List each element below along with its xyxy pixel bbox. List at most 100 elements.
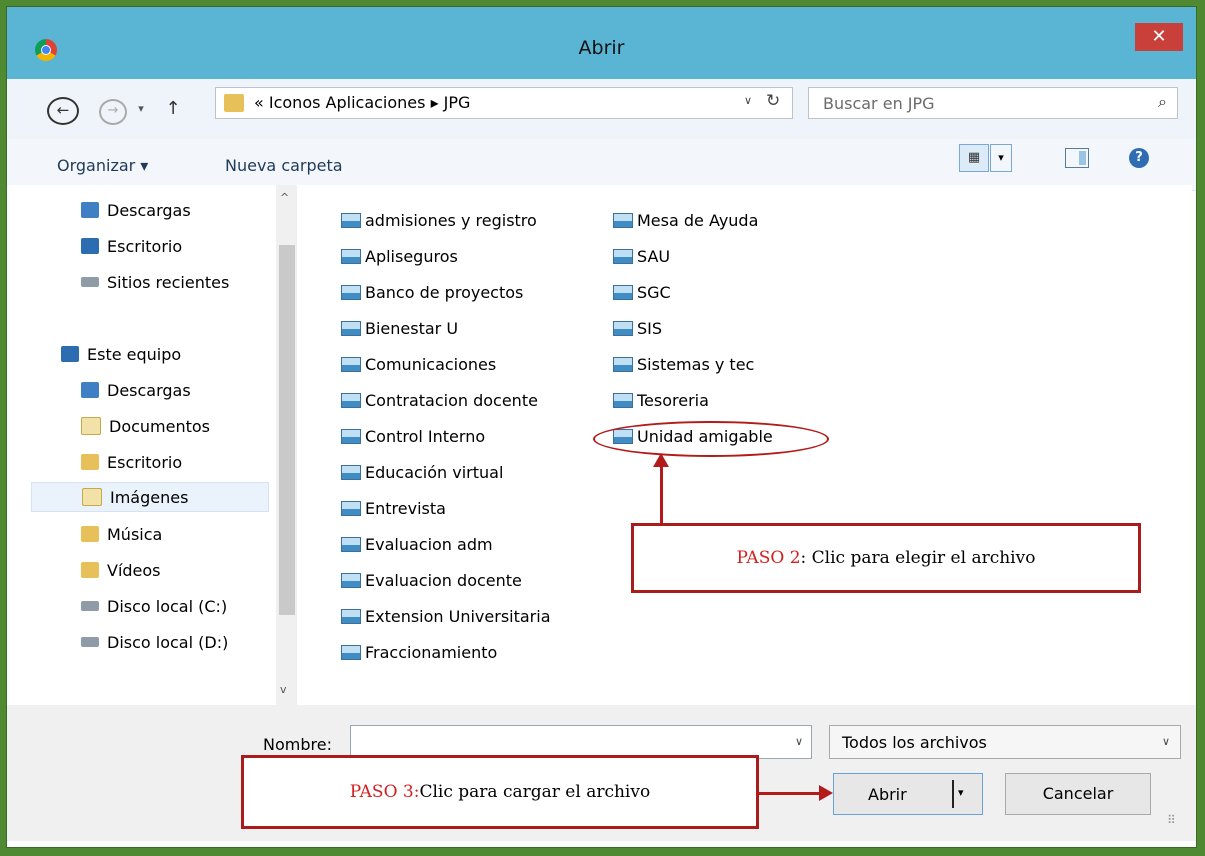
desktop-icon: [81, 238, 99, 254]
sidebar-item-descargas-pc[interactable]: Descargas: [81, 375, 191, 405]
search-icon[interactable]: ⌕: [1158, 92, 1167, 112]
sidebar-item-disco-c[interactable]: Disco local (C:): [81, 591, 227, 621]
list-item[interactable]: Entrevista: [341, 493, 446, 523]
list-item[interactable]: Tesoreria: [613, 385, 709, 415]
recent-locations-dropdown-icon[interactable]: ▾: [132, 95, 150, 123]
sidebar-item-documentos[interactable]: Documentos: [81, 411, 210, 441]
title-bar: Abrir ✕: [7, 7, 1196, 79]
list-item[interactable]: Evaluacion docente: [341, 565, 522, 595]
sidebar-item-label: Sitios recientes: [107, 272, 230, 292]
file-name: Banco de proyectos: [365, 282, 524, 302]
scroll-up-icon[interactable]: ^: [280, 191, 289, 204]
list-item[interactable]: admisiones y registro: [341, 205, 537, 235]
search-input[interactable]: Buscar en JPG: [823, 94, 935, 113]
sidebar-item-disco-d[interactable]: Disco local (D:): [81, 627, 228, 657]
open-button[interactable]: Abrir ▾: [833, 773, 983, 815]
file-name: Contratacion docente: [365, 390, 538, 410]
file-name: Bienestar U: [365, 318, 459, 338]
image-file-icon: [341, 644, 361, 660]
list-item[interactable]: Bienestar U: [341, 313, 458, 343]
organize-menu-button[interactable]: Organizar ▾: [57, 156, 148, 175]
list-item[interactable]: Control Interno: [341, 421, 485, 451]
image-file-icon: [341, 572, 361, 588]
list-item[interactable]: Fraccionamiento: [341, 637, 497, 667]
list-item[interactable]: Mesa de Ayuda: [613, 205, 758, 235]
image-file-icon: [341, 356, 361, 372]
resize-grip-icon[interactable]: ⠿: [1167, 813, 1176, 827]
file-name: Comunicaciones: [365, 354, 497, 374]
step2-arrow-line: [660, 465, 663, 525]
music-folder-icon: [81, 526, 99, 542]
sidebar-item-imagenes[interactable]: Imágenes: [31, 482, 269, 512]
file-name: SGC: [637, 282, 671, 302]
file-name: Fraccionamiento: [365, 642, 498, 662]
desktop-folder-icon: [81, 454, 99, 470]
list-item[interactable]: Apliseguros: [341, 241, 458, 271]
cancel-button[interactable]: Cancelar: [1005, 773, 1151, 815]
address-bar[interactable]: « Iconos Aplicaciones ▸ JPG ∨ ↻: [215, 87, 793, 119]
list-item[interactable]: SAU: [613, 241, 670, 271]
new-folder-button[interactable]: Nueva carpeta: [225, 156, 343, 175]
list-item[interactable]: Evaluacion adm: [341, 529, 493, 559]
up-arrow-icon[interactable]: ↑: [162, 95, 184, 123]
address-path[interactable]: « Iconos Aplicaciones ▸ JPG: [254, 93, 470, 112]
image-file-icon: [341, 212, 361, 228]
image-file-icon: [341, 536, 361, 552]
close-button[interactable]: ✕: [1135, 23, 1183, 51]
open-button-label: Abrir: [868, 785, 907, 804]
scroll-thumb[interactable]: [279, 245, 295, 615]
list-item[interactable]: SIS: [613, 313, 662, 343]
list-item[interactable]: Banco de proyectos: [341, 277, 523, 307]
view-options-dropdown-icon[interactable]: ▾: [990, 144, 1012, 172]
scroll-down-icon[interactable]: v: [280, 683, 287, 696]
filetype-select[interactable]: Todos los archivos ∨: [829, 725, 1181, 759]
step3-text: Clic para cargar el archivo: [419, 782, 651, 802]
downloads-folder-icon: [81, 202, 99, 218]
back-arrow-icon[interactable]: ←: [47, 97, 79, 125]
filetype-dropdown-icon[interactable]: ∨: [1162, 735, 1170, 748]
sidebar-item-descargas[interactable]: Descargas: [81, 195, 191, 225]
image-file-icon: [613, 356, 633, 372]
downloads-folder-icon: [81, 382, 99, 398]
sidebar-item-este-equipo[interactable]: Este equipo: [61, 339, 181, 369]
image-file-icon: [613, 284, 633, 300]
change-view-icon[interactable]: ▦: [959, 144, 989, 172]
sidebar-item-escritorio[interactable]: Escritorio: [81, 231, 182, 261]
file-name: Tesoreria: [637, 390, 709, 410]
recent-places-icon: [81, 277, 99, 287]
step3-arrow-head: [819, 785, 833, 801]
sidebar-item-musica[interactable]: Música: [81, 519, 162, 549]
file-name: Mesa de Ayuda: [637, 210, 759, 230]
filename-label: Nombre:: [263, 735, 332, 754]
list-item[interactable]: SGC: [613, 277, 671, 307]
computer-icon: [61, 346, 79, 362]
open-options-dropdown-icon[interactable]: ▾: [958, 786, 964, 799]
sidebar-item-label: Este equipo: [87, 344, 182, 364]
pictures-folder-icon: [82, 488, 102, 506]
sidebar-item-sitios-recientes[interactable]: Sitios recientes: [81, 267, 229, 297]
image-file-icon: [341, 608, 361, 624]
list-item[interactable]: Educación virtual: [341, 457, 503, 487]
search-box[interactable]: Buscar en JPG ⌕: [808, 87, 1178, 119]
list-item[interactable]: Extension Universitaria: [341, 601, 551, 631]
file-open-dialog: Abrir ✕ ← → ▾ ↑ « Iconos Aplicaciones ▸ …: [6, 6, 1197, 848]
filename-input[interactable]: ∨: [350, 725, 812, 759]
forward-arrow-icon[interactable]: →: [99, 99, 127, 125]
filename-dropdown-icon[interactable]: ∨: [795, 735, 803, 748]
step2-callout: PASO 2: Clic para elegir el archivo: [631, 523, 1141, 593]
preview-pane-icon[interactable]: [1065, 148, 1089, 168]
sidebar-scrollbar[interactable]: ^ v: [276, 185, 298, 705]
image-file-icon: [613, 212, 633, 228]
image-file-icon: [341, 464, 361, 480]
file-name: SIS: [637, 318, 663, 338]
sidebar-item-label: Disco local (D:): [107, 632, 229, 652]
sidebar-item-label: Descargas: [107, 380, 191, 400]
refresh-icon[interactable]: ↻: [766, 91, 780, 111]
list-item[interactable]: Comunicaciones: [341, 349, 496, 379]
address-dropdown-icon[interactable]: ∨: [744, 94, 752, 107]
list-item[interactable]: Sistemas y tec: [613, 349, 754, 379]
list-item[interactable]: Contratacion docente: [341, 385, 538, 415]
sidebar-item-escritorio-pc[interactable]: Escritorio: [81, 447, 182, 477]
help-icon[interactable]: ?: [1129, 148, 1149, 168]
sidebar-item-videos[interactable]: Vídeos: [81, 555, 161, 585]
